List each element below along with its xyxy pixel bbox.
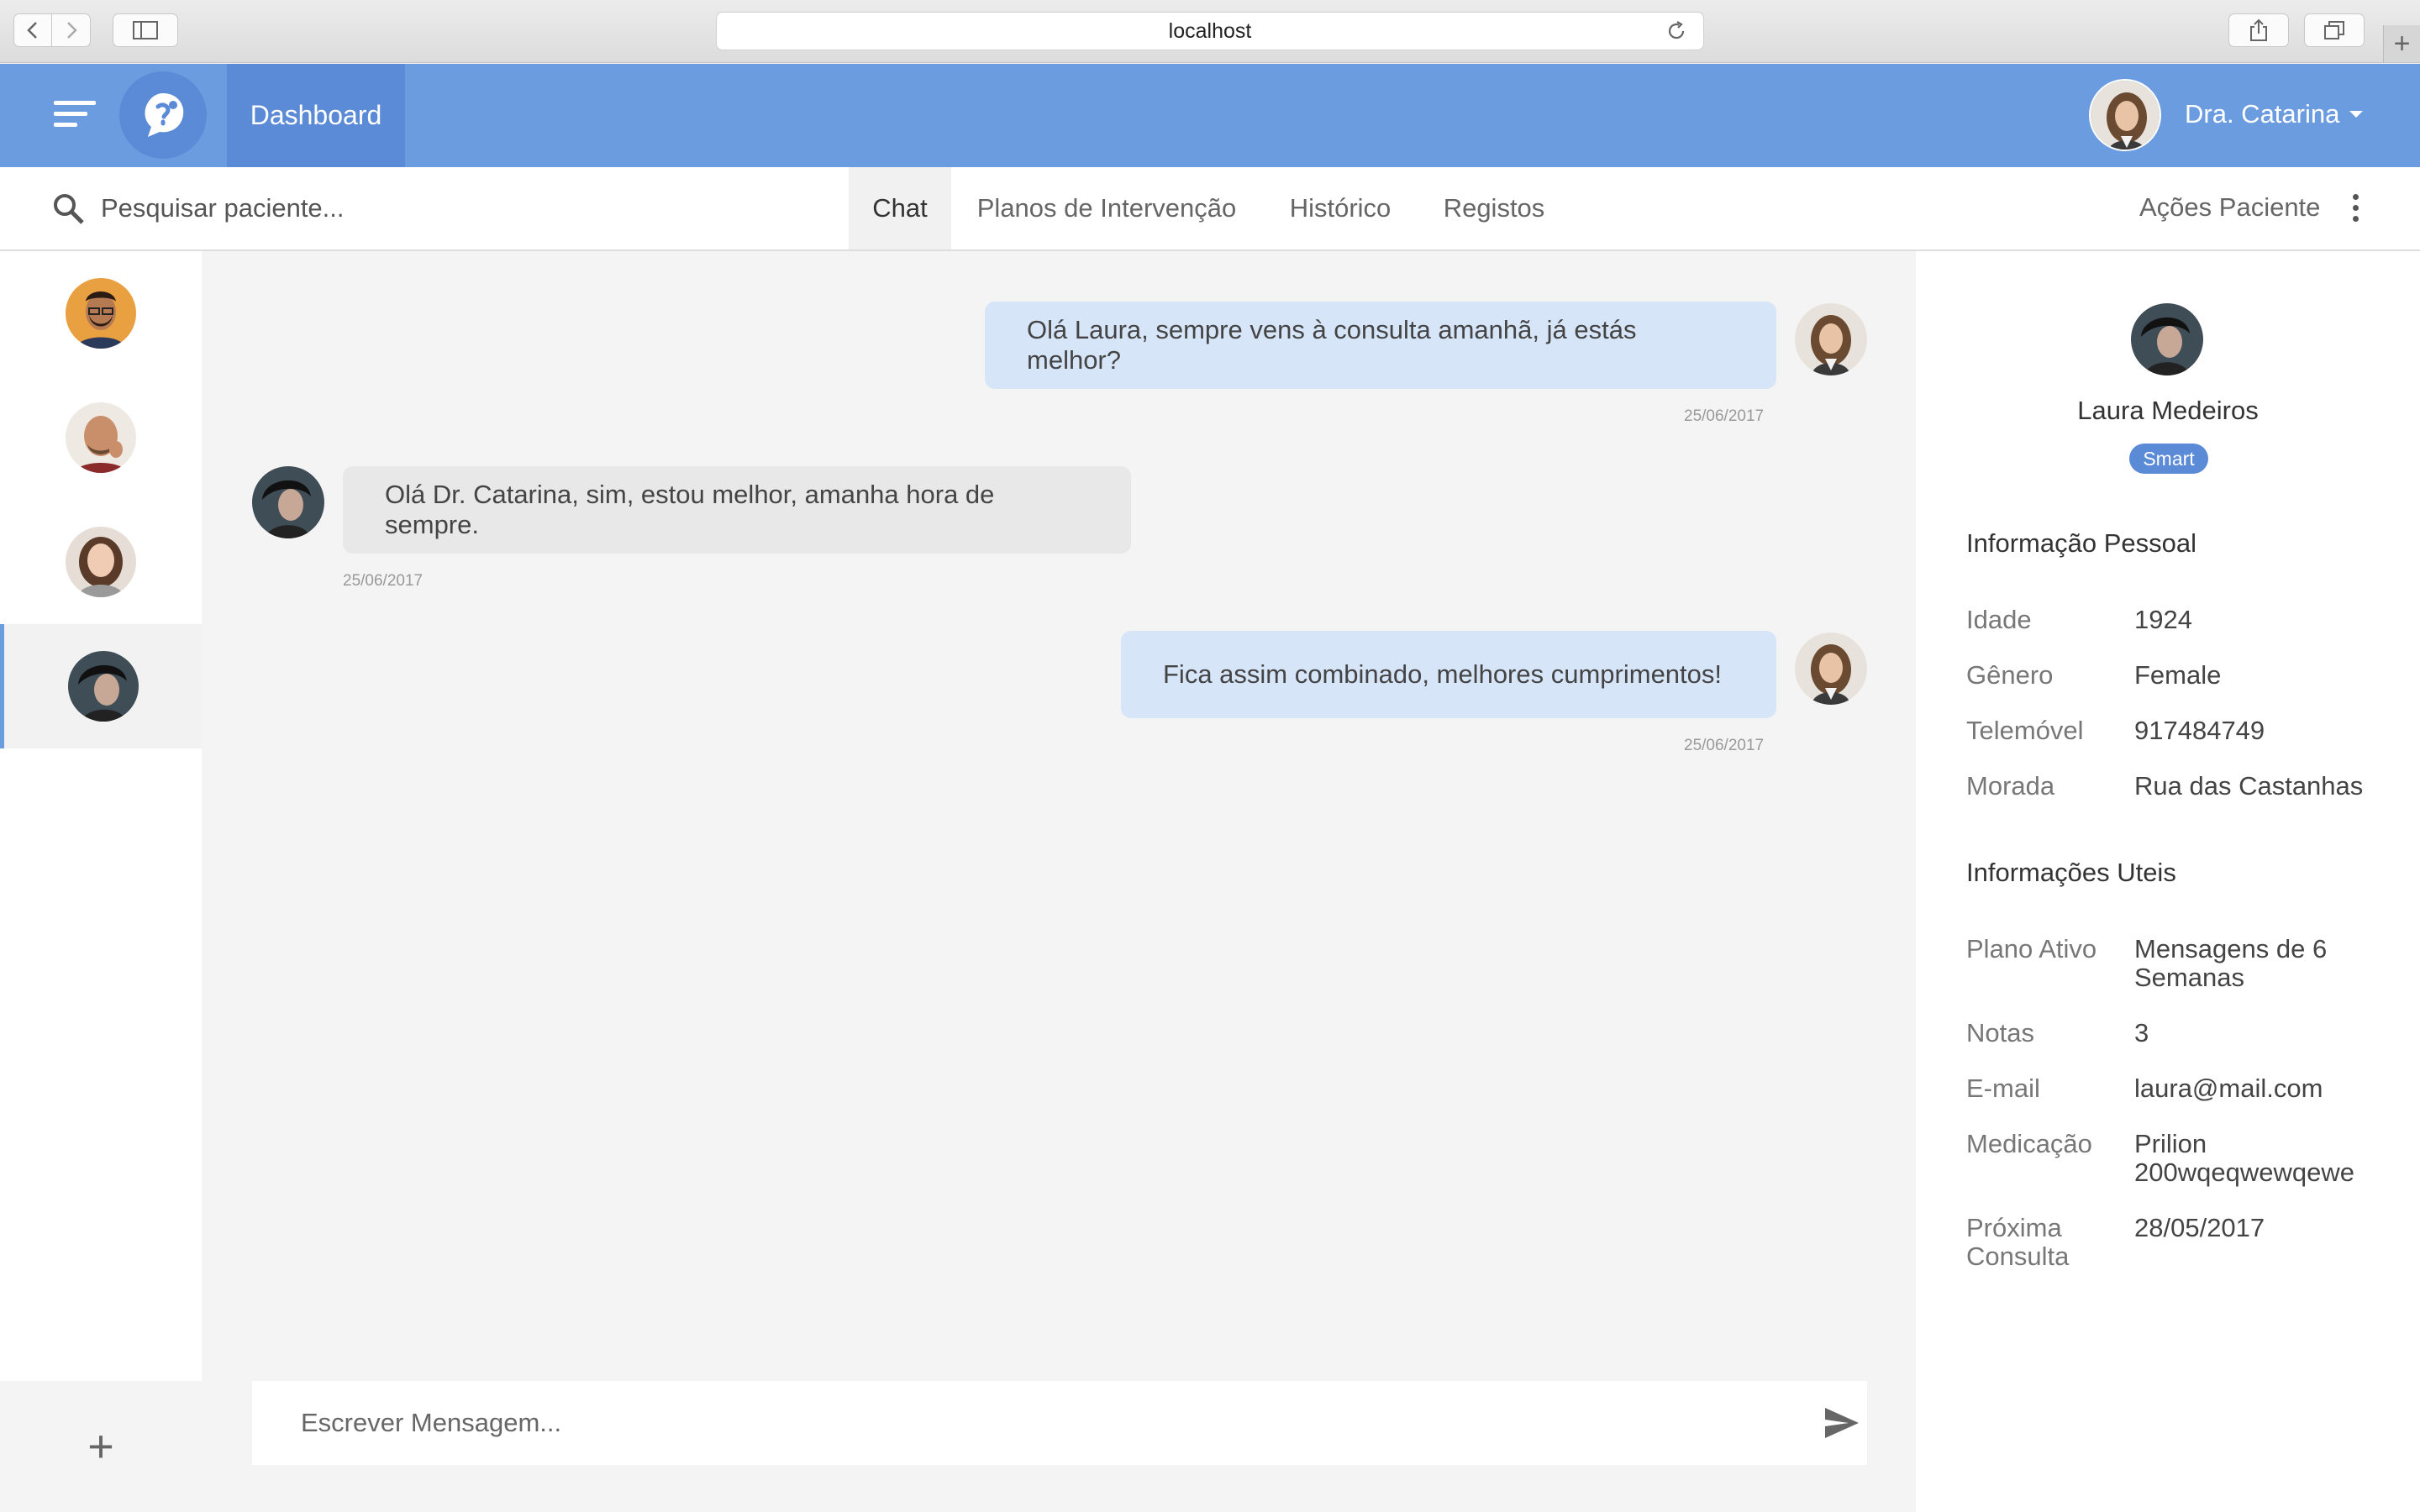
info-row-gender: Gênero Female [1966,661,2403,690]
address-bar[interactable]: localhost [716,12,1704,50]
message-bubble-incoming: Olá Dr. Catarina, sim, estou melhor, ama… [343,466,1131,554]
back-button[interactable] [13,13,52,47]
info-value: Rua das Castanhas [2134,771,2364,801]
info-value: Prilion 200wqeqwewqewe [2134,1129,2354,1187]
forward-button[interactable] [52,13,91,47]
info-row-notes: Notas 3 [1966,1019,2403,1047]
chat-panel: Olá Laura, sempre vens à consulta amanhã… [202,251,1916,1512]
message-date: 25/06/2017 [1684,737,1765,754]
tab-intervention-plans[interactable]: Planos de Intervenção [951,167,1262,249]
plus-icon: + [87,1421,114,1472]
patient-list-item-active[interactable] [0,624,202,748]
patient-search-input[interactable] [101,189,773,228]
info-value: Female [2134,660,2222,690]
message-composer [252,1381,1867,1465]
chevron-right-icon [66,22,77,39]
patient-name: Laura Medeiros [2077,396,2259,425]
menu-icon[interactable] [54,101,96,131]
message-text: Fica assim combinado, melhores cumprimen… [1163,659,1723,689]
info-label: Medicação [1966,1129,2092,1158]
plus-icon: + [2393,27,2411,60]
search-icon [54,194,84,224]
avatar [66,402,136,473]
info-label: Notas [1966,1018,2034,1047]
patient-actions-button[interactable]: Ações Paciente [2139,192,2320,223]
info-value: 1924 [2134,605,2192,634]
browser-toolbar: localhost + [0,0,2420,63]
info-row-medication: Medicação Prilion 200wqeqwewqewe [1966,1130,2403,1187]
app-logo[interactable] [119,71,207,159]
info-label: Idade [1966,605,2032,634]
info-label: E-mail [1966,1074,2040,1103]
send-icon[interactable] [1823,1406,1860,1440]
tab-records[interactable]: Registos [1418,167,1570,249]
patient-avatar [252,466,324,538]
reload-icon[interactable] [1665,19,1688,43]
info-label: Morada [1966,771,2055,801]
info-label: Próxima Consulta [1966,1213,2070,1271]
user-avatar[interactable] [2089,79,2161,151]
info-row-age: Idade 1924 [1966,606,2403,634]
user-name: Dra. Catarina [2185,99,2340,129]
avatar-image [2091,81,2160,150]
tab-chat[interactable]: Chat [849,167,951,249]
message-date: 25/06/2017 [343,572,424,590]
patient-list-item[interactable] [0,375,202,500]
info-row-address: Morada Rua das Castanhas [1966,772,2403,801]
useful-info-title: Informações Uteis [1966,858,2176,887]
info-label: Telemóvel [1966,716,2084,745]
app-header: Dashboard Dra. Catarina [0,64,2420,167]
message-bubble-outgoing: Fica assim combinado, melhores cumprimen… [1121,631,1776,718]
info-value: 3 [2134,1018,2149,1047]
tab-history[interactable]: Histórico [1262,167,1418,249]
info-label: Plano Ativo [1966,934,2097,963]
patient-toolbar: Chat Planos de Intervenção Histórico Reg… [0,167,2420,251]
avatar [67,651,139,722]
patient-list-item[interactable] [0,251,202,375]
info-row-email: E-mail laura@mail.com [1966,1074,2403,1103]
show-tabs-button[interactable] [2304,13,2365,47]
message-input[interactable] [301,1403,1729,1443]
info-value: 28/05/2017 [2134,1213,2265,1242]
browser-nav [13,13,91,47]
avatar [66,527,136,597]
info-label: Gênero [1966,660,2054,690]
info-row-phone: Telemóvel 917484749 [1966,717,2403,745]
info-row-next-appointment: Próxima Consulta 28/05/2017 [1966,1214,2403,1271]
share-button[interactable] [2228,13,2289,47]
avatar [66,278,136,349]
url-text: localhost [1168,18,1252,43]
info-row-active-plan: Plano Ativo Mensagens de 6 Semanas [1966,935,2403,992]
chevron-left-icon [27,22,37,39]
message-text: Olá Dr. Catarina, sim, estou melhor, ama… [385,480,995,539]
message-text: Olá Laura, sempre vens à consulta amanhã… [1027,315,1637,375]
patient-list [0,251,202,1381]
status-badge: Smart [2129,444,2208,474]
user-menu[interactable]: Dra. Catarina [2185,99,2364,129]
sidebar-icon [133,21,158,39]
share-icon [2250,18,2267,41]
patient-list-item[interactable] [0,500,202,624]
patient-avatar [2131,303,2203,375]
sidebar-toggle-button[interactable] [113,13,178,47]
add-patient-button[interactable]: + [0,1381,202,1512]
doctor-avatar [1795,303,1867,375]
dashboard-tab[interactable]: Dashboard [227,64,405,167]
more-vert-icon[interactable] [2353,194,2361,227]
info-value: 917484749 [2134,716,2265,745]
logo-icon [145,93,184,137]
personal-info-title: Informação Pessoal [1966,528,2196,558]
message-date: 25/06/2017 [1684,407,1765,425]
info-value: Mensagens de 6 Semanas [2134,934,2328,992]
tabs-icon [2324,21,2344,39]
doctor-avatar [1795,633,1867,705]
patient-profile-panel: Laura Medeiros Smart Informação Pessoal … [1916,251,2420,1512]
message-bubble-outgoing: Olá Laura, sempre vens à consulta amanhã… [985,302,1776,389]
caret-down-icon [2349,111,2364,118]
new-tab-button[interactable]: + [2383,25,2420,62]
info-value: laura@mail.com [2134,1074,2323,1103]
